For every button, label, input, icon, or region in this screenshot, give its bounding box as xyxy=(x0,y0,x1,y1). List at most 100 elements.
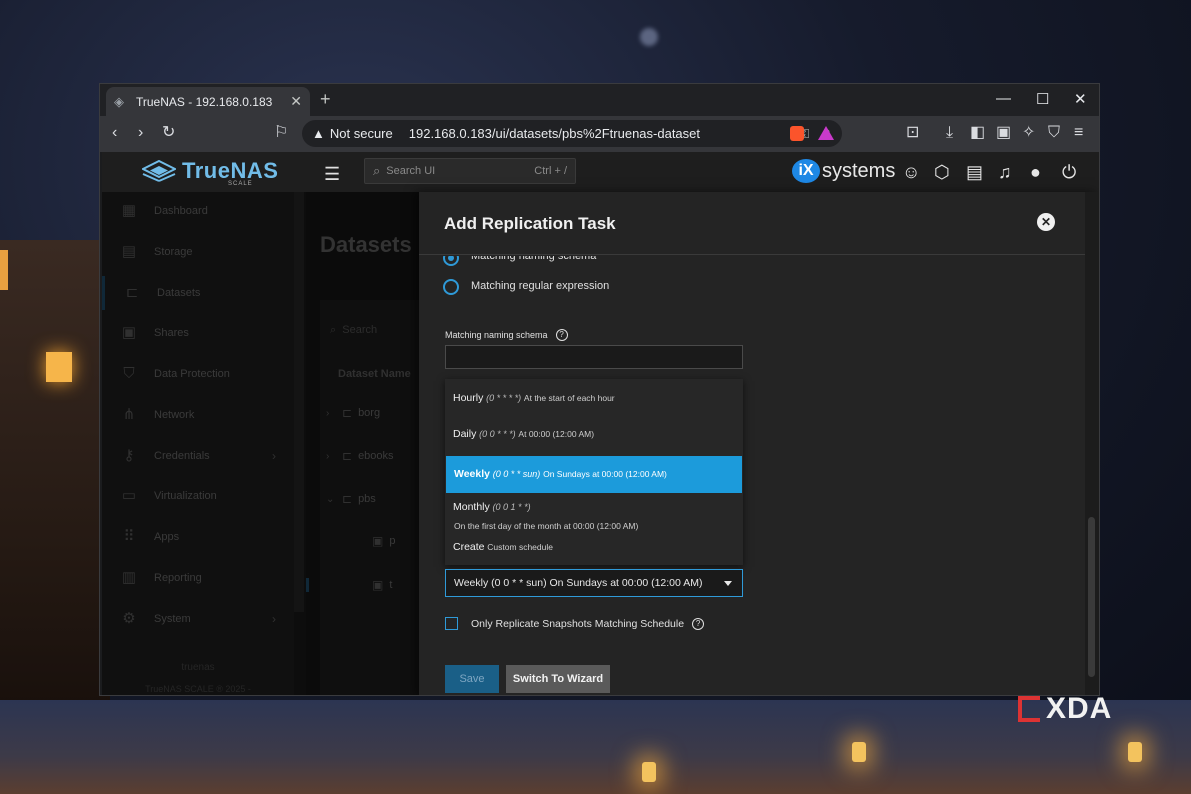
chevron-right-icon[interactable]: › xyxy=(326,451,336,462)
radio-matching-regular-expression[interactable] xyxy=(443,279,459,295)
chevron-right-icon: › xyxy=(272,449,276,463)
sidebar-item-data-protection[interactable]: ⛉ Data Protection xyxy=(102,357,294,391)
monitor-icon: ▭ xyxy=(121,487,137,504)
sidebar-search-icon[interactable]: ⊡ xyxy=(906,124,919,142)
matching-naming-schema-input[interactable] xyxy=(445,345,743,369)
truenas-logo[interactable]: TrueNAS SCALE xyxy=(142,158,278,187)
vpn-icon[interactable]: ⛉ xyxy=(1048,124,1060,142)
reload-icon[interactable]: ↻ xyxy=(162,124,175,142)
chart-icon: ▥ xyxy=(121,569,137,586)
wallet-icon[interactable]: ▣ xyxy=(996,124,1011,142)
table-row[interactable]: ▣ t xyxy=(306,578,392,592)
search-ui-input[interactable]: ⌕ Search UI Ctrl + / xyxy=(364,158,576,184)
schedule-option-weekly[interactable]: Weekly (0 0 * * sun) On Sundays at 00:00… xyxy=(446,456,742,493)
dataset-tree-icon: ⊏ xyxy=(342,406,353,420)
chevron-down-icon[interactable]: ⌄ xyxy=(326,494,336,505)
power-icon[interactable]: ⏻ xyxy=(1062,162,1076,182)
gear-icon: ⚙ xyxy=(122,610,136,627)
storage-icon: ▤ xyxy=(121,243,137,260)
browser-toolbar: ‹ › ↻ ⚐ ▲ Not secure 192.168.0.183/ui/da… xyxy=(100,116,1099,152)
sidebar-item-shares[interactable]: ▣ Shares xyxy=(102,316,294,350)
sidebar-item-dashboard[interactable]: ▦ Dashboard xyxy=(102,194,294,228)
hamburger-menu-icon[interactable]: ☰ xyxy=(324,164,340,185)
panel-title: Add Replication Task xyxy=(444,214,616,233)
sidebar-item-storage[interactable]: ▤ Storage xyxy=(102,235,294,269)
url-text[interactable]: 192.168.0.183/ui/datasets/pbs%2Ftruenas-… xyxy=(409,126,799,141)
schedule-option-monthly[interactable]: Monthly (0 0 1 * *) On the first day of … xyxy=(445,497,743,537)
maximize-icon[interactable]: ☐ xyxy=(1036,90,1049,108)
new-tab-icon[interactable]: + xyxy=(320,89,331,110)
only-replicate-matching-schedule-checkbox[interactable] xyxy=(445,617,458,630)
truecommand-icon[interactable]: ⬡ xyxy=(934,162,950,182)
lantern-decoration xyxy=(642,762,656,782)
notifications-bell-icon[interactable]: ♫ xyxy=(998,162,1012,182)
forward-icon[interactable]: › xyxy=(138,124,143,142)
datasets-icon: ⊏ xyxy=(125,284,139,301)
table-row[interactable]: ⌄ ⊏ pbs xyxy=(326,492,376,506)
sidebar-item-credentials[interactable]: ⚷ Credentials › xyxy=(102,439,294,473)
minimize-icon[interactable]: — xyxy=(996,90,1011,107)
schedule-dropdown-list: Hourly (0 * * * *) At the start of each … xyxy=(445,379,743,565)
close-panel-icon[interactable]: ✕ xyxy=(1037,213,1055,231)
menu-icon[interactable]: ≡ xyxy=(1074,124,1083,142)
tab-bar: ◈ TrueNAS - 192.168.0.183 ✕ + — ☐ ✕ xyxy=(100,84,1099,116)
sidebar-item-apps[interactable]: ⠿ Apps xyxy=(102,520,294,554)
schedule-select[interactable]: Weekly (0 0 * * sun) On Sundays at 00:00… xyxy=(445,569,743,597)
xda-logo-icon xyxy=(1018,696,1040,722)
sidebar-copyright: TrueNAS SCALE ® 2025 - xyxy=(145,684,251,694)
address-bar[interactable]: ▲ Not secure 192.168.0.183/ui/datasets/p… xyxy=(302,120,842,147)
download-icon[interactable]: ⤓ xyxy=(946,124,953,142)
xda-watermark: XDA xyxy=(1018,692,1130,726)
brave-rewards-icon[interactable] xyxy=(818,126,834,140)
save-button[interactable]: Save xyxy=(445,665,499,693)
column-header-dataset-name[interactable]: Dataset Name xyxy=(338,368,411,380)
schedule-option-daily[interactable]: Daily (0 0 * * *) At 00:00 (12:00 AM) xyxy=(445,419,743,447)
security-indicator[interactable]: ▲ Not secure xyxy=(312,126,393,141)
bookmark-icon[interactable]: ⚐ xyxy=(274,124,288,142)
jobs-clipboard-icon[interactable]: ▤ xyxy=(966,162,983,182)
sidebar-icon[interactable]: ◧ xyxy=(970,124,985,142)
chevron-right-icon[interactable]: › xyxy=(326,408,336,419)
feedback-smiley-icon[interactable]: ☺ xyxy=(902,162,920,182)
table-row[interactable]: › ⊏ borg xyxy=(326,406,380,420)
brave-shield-icon[interactable] xyxy=(790,126,804,141)
account-icon[interactable]: ● xyxy=(1030,162,1041,182)
apps-icon: ⠿ xyxy=(123,528,135,545)
truenas-logo-icon xyxy=(142,160,176,182)
table-row[interactable]: › ⊏ ebooks xyxy=(326,449,394,463)
chevron-right-icon: › xyxy=(272,612,276,626)
help-icon[interactable]: ? xyxy=(692,618,705,630)
field-label-matching-naming-schema: Matching naming schema ? xyxy=(445,329,568,341)
dropdown-arrow-icon xyxy=(724,580,732,586)
table-row[interactable]: ▣ p xyxy=(372,534,395,548)
schedule-option-hourly[interactable]: Hourly (0 * * * *) At the start of each … xyxy=(445,383,743,411)
close-tab-icon[interactable]: ✕ xyxy=(290,93,302,110)
warning-icon: ▲ xyxy=(312,126,325,141)
dataset-icon: ▣ xyxy=(372,534,384,548)
back-icon[interactable]: ‹ xyxy=(112,124,117,142)
ixsystems-logo[interactable]: iX systems xyxy=(792,159,895,183)
schedule-option-create[interactable]: Create Custom schedule xyxy=(445,539,743,563)
sidebar-item-virtualization[interactable]: ▭ Virtualization xyxy=(102,479,294,513)
panel-scrollbar[interactable] xyxy=(1085,192,1099,695)
checkbox-label: Only Replicate Snapshots Matching Schedu… xyxy=(471,618,705,630)
switch-to-wizard-button[interactable]: Switch To Wizard xyxy=(506,665,610,693)
panel-scrollbar-thumb[interactable] xyxy=(1088,517,1095,677)
datasets-search-input[interactable]: ⌕ Search xyxy=(330,324,377,337)
app-topbar: TrueNAS SCALE ☰ ⌕ Search UI Ctrl + / iX … xyxy=(102,152,1099,192)
browser-tab[interactable]: ◈ TrueNAS - 192.168.0.183 ✕ xyxy=(106,87,310,116)
browser-window: ◈ TrueNAS - 192.168.0.183 ✕ + — ☐ ✕ ‹ › … xyxy=(99,83,1100,696)
key-icon: ⚷ xyxy=(123,447,135,464)
truenas-app: TrueNAS SCALE ☰ ⌕ Search UI Ctrl + / iX … xyxy=(102,152,1099,695)
close-window-icon[interactable]: ✕ xyxy=(1074,90,1087,108)
snow-ground xyxy=(0,700,1191,794)
sidebar-scrollbar[interactable] xyxy=(294,192,304,612)
sidebar-item-datasets[interactable]: ⊏ Datasets xyxy=(102,276,297,310)
sidebar-item-system[interactable]: ⚙ System › xyxy=(102,602,294,636)
search-icon: ⌕ xyxy=(330,324,337,336)
sidebar-item-reporting[interactable]: ▥ Reporting xyxy=(102,561,294,595)
sidebar-item-network[interactable]: ⋔ Network xyxy=(102,398,294,432)
help-icon[interactable]: ? xyxy=(555,329,568,341)
leo-ai-icon[interactable]: ✧ xyxy=(1022,124,1035,142)
dashboard-icon: ▦ xyxy=(121,202,137,219)
